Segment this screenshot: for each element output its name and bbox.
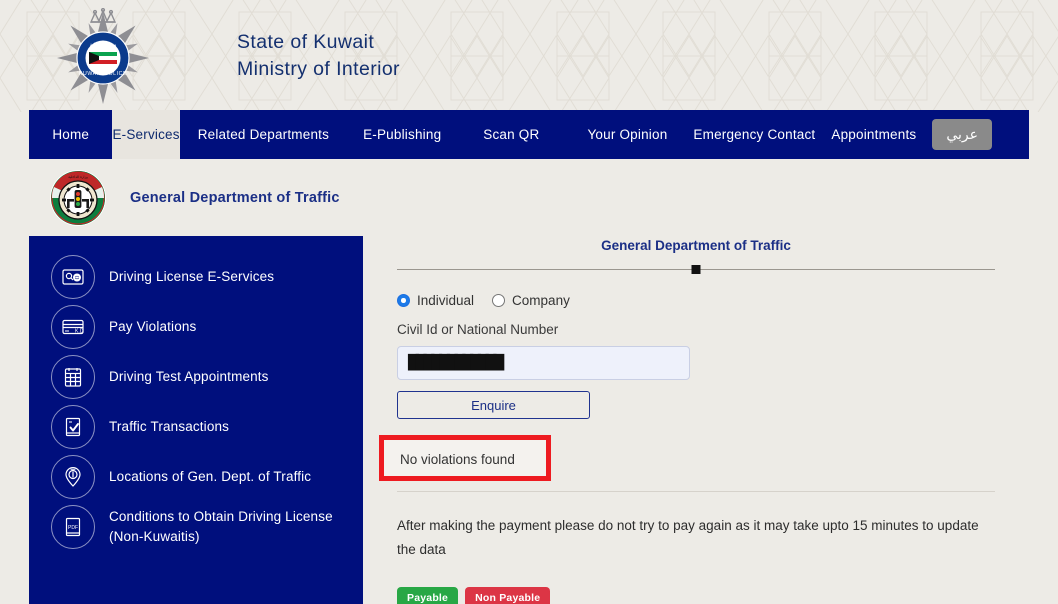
payment-status-legend: Payable Non Payable bbox=[397, 587, 995, 604]
nav-item-related-departments-label: Related Departments bbox=[197, 127, 330, 142]
radio-company[interactable] bbox=[492, 294, 506, 307]
sidebar-item-locations-of-gen-dept-of-traffic[interactable]: Locations of Gen. Dept. of Traffic bbox=[29, 452, 363, 502]
nav-item-related-departments[interactable]: Related Departments bbox=[180, 110, 347, 159]
sidebar-item-driving-license-e-services[interactable]: Driving License E-Services bbox=[29, 252, 363, 302]
site-title-line1: State of Kuwait bbox=[237, 31, 375, 54]
content-divider bbox=[397, 491, 995, 492]
title-divider-knob bbox=[691, 265, 701, 274]
payment-card-kd-icon: K.D bbox=[51, 305, 95, 349]
department-title: General Department of Traffic bbox=[130, 189, 340, 206]
payment-note: After making the payment please do not t… bbox=[397, 518, 979, 557]
nav-item-scan-qr[interactable]: Scan QR bbox=[457, 110, 565, 159]
sidebar-item-label: Driving License E-Services bbox=[109, 268, 275, 284]
civil-id-field-label: Civil Id or National Number bbox=[397, 322, 559, 337]
department-brand-row: وزارة الداخلية General Department of Tra… bbox=[29, 159, 1029, 236]
nav-item-appointments[interactable]: Appointments bbox=[825, 110, 932, 159]
legend-chip-payable[interactable]: Payable bbox=[397, 587, 459, 604]
nav-item-appointments-label: Appointments bbox=[831, 127, 917, 142]
sidebar-item-label: Locations of Gen. Dept. of Traffic bbox=[109, 468, 312, 484]
nav-item-e-publishing[interactable]: E-Publishing bbox=[347, 110, 457, 159]
nav-item-home-label: Home bbox=[52, 127, 90, 142]
legend-chip-non-payable[interactable]: Non Payable bbox=[465, 587, 551, 604]
enquiry-result: No violations found bbox=[379, 435, 995, 485]
map-pin-icon bbox=[51, 455, 95, 499]
svg-text:KUWAIT POLICE: KUWAIT POLICE bbox=[79, 71, 127, 77]
svg-text:K.D: K.D bbox=[75, 328, 84, 334]
radio-individual-label[interactable]: Individual bbox=[417, 293, 474, 308]
language-switch-arabic-button[interactable]: عربي bbox=[932, 119, 992, 150]
nav-item-emergency-contact-label: Emergency Contact bbox=[693, 127, 816, 142]
sidebar-item-conditions-to-obtain-driving-license[interactable]: PDF Conditions to Obtain Driving License… bbox=[29, 502, 363, 552]
header-content: وزارة الداخلية KUWAIT POLICE State of Ku… bbox=[0, 0, 1058, 112]
sidebar-item-label: Traffic Transactions bbox=[109, 418, 230, 434]
sidebar-item-label: Conditions to Obtain Driving License (No… bbox=[109, 508, 333, 544]
license-card-icon bbox=[51, 255, 95, 299]
document-check-icon bbox=[51, 405, 95, 449]
panel-title: General Department of Traffic bbox=[601, 238, 791, 253]
sidebar-item-label: Driving Test Appointments bbox=[109, 368, 269, 384]
header-title-block: State of Kuwait Ministry of Interior bbox=[237, 29, 400, 83]
sidebar-item-traffic-transactions[interactable]: Traffic Transactions bbox=[29, 402, 363, 452]
sidebar-item-label: Pay Violations bbox=[109, 318, 197, 334]
applicant-type-radio-group: Individual Company bbox=[397, 293, 995, 308]
pdf-document-icon: PDF bbox=[51, 505, 95, 549]
nav-item-home[interactable]: Home bbox=[29, 110, 112, 159]
radio-individual[interactable] bbox=[397, 294, 410, 307]
civil-id-input-value: ████████████ bbox=[408, 355, 504, 371]
main-content: General Department of Traffic Individual… bbox=[363, 236, 1029, 604]
sidebar-item-pay-violations[interactable]: K.D Pay Violations bbox=[29, 302, 363, 352]
calendar-icon bbox=[51, 355, 95, 399]
svg-text:وزارة الداخلية: وزارة الداخلية bbox=[68, 175, 88, 179]
title-divider bbox=[397, 265, 995, 275]
sidebar-item-driving-test-appointments[interactable]: Driving Test Appointments bbox=[29, 352, 363, 402]
nav-item-your-opinion[interactable]: Your Opinion bbox=[565, 110, 683, 159]
page-root: وزارة الداخلية KUWAIT POLICE State of Ku… bbox=[0, 0, 1058, 604]
nav-item-e-publishing-label: E-Publishing bbox=[363, 127, 442, 142]
site-header: وزارة الداخلية KUWAIT POLICE State of Ku… bbox=[0, 0, 1058, 112]
general-department-of-traffic-logo-icon: وزارة الداخلية bbox=[49, 169, 107, 227]
svg-text:وزارة الداخلية: وزارة الداخلية bbox=[90, 43, 116, 48]
nav-item-your-opinion-label: Your Opinion bbox=[587, 127, 668, 142]
kuwait-police-crest-icon: وزارة الداخلية KUWAIT POLICE bbox=[55, 7, 151, 104]
civil-id-input[interactable]: ████████████ bbox=[397, 346, 690, 380]
services-sidebar: Driving License E-Services K.D Pay Viola… bbox=[29, 236, 363, 604]
enquire-button[interactable]: Enquire bbox=[397, 391, 590, 419]
nav-item-emergency-contact[interactable]: Emergency Contact bbox=[683, 110, 825, 159]
svg-text:PDF: PDF bbox=[68, 525, 78, 531]
no-violations-message: No violations found bbox=[400, 452, 515, 467]
nav-item-scan-qr-label: Scan QR bbox=[483, 127, 540, 142]
radio-company-label[interactable]: Company bbox=[512, 293, 570, 308]
nav-item-e-services[interactable]: E-Services bbox=[112, 110, 180, 159]
main-navigation: Home E-Services Related Departments E-Pu… bbox=[29, 110, 1029, 159]
nav-item-e-services-label: E-Services bbox=[112, 127, 180, 142]
site-title-line2: Ministry of Interior bbox=[237, 58, 400, 80]
